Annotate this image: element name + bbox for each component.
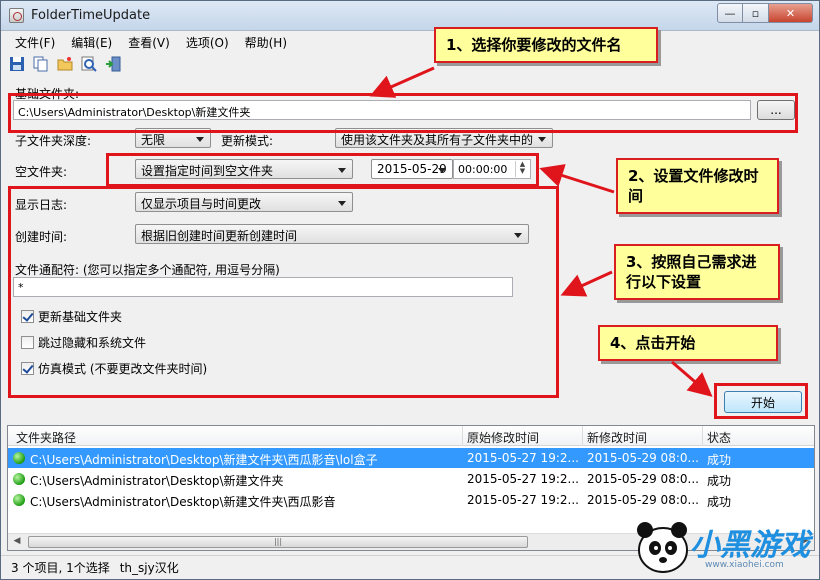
arrow-step-4 (671, 360, 713, 397)
annotation-arrows (369, 66, 713, 397)
watermark-url: www.xiaohei.com (705, 560, 784, 570)
arrow-step-1 (369, 66, 435, 98)
watermark-brand: 小黑游戏 (690, 528, 810, 563)
arrow-step-2 (539, 164, 615, 194)
arrow-step-3 (560, 270, 613, 297)
